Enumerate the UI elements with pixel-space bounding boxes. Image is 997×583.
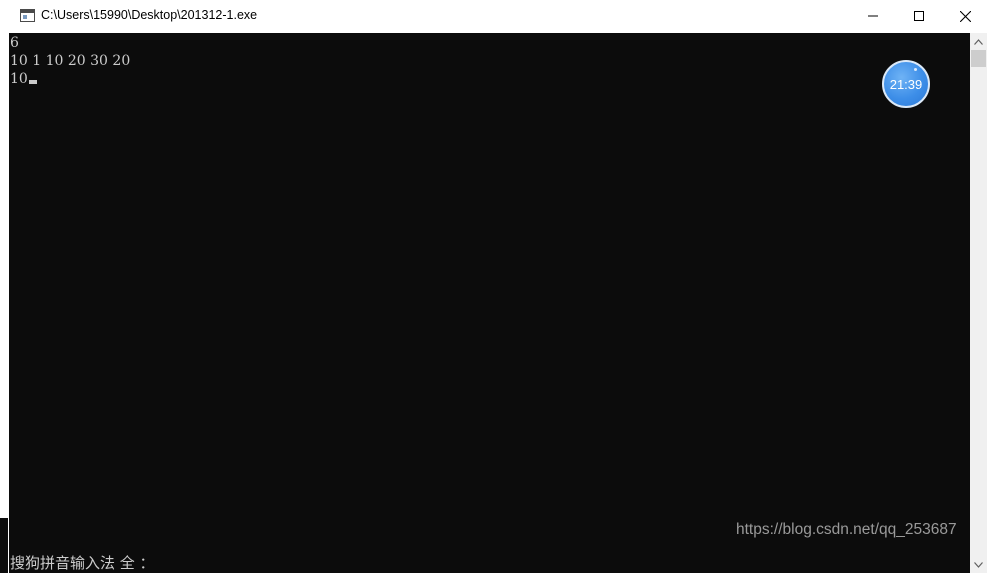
window-bottom-border [0, 573, 997, 583]
scroll-thumb[interactable] [971, 50, 986, 67]
clock-indicator-dot [914, 68, 917, 71]
console-input-line[interactable]: 10 [10, 70, 37, 88]
scroll-down-button[interactable] [970, 556, 987, 573]
minimize-button[interactable] [850, 0, 896, 32]
close-icon [959, 10, 971, 22]
text-cursor [28, 80, 37, 84]
maximize-button[interactable] [896, 0, 942, 32]
maximize-icon [914, 11, 924, 21]
window-left-border-dark [0, 518, 8, 573]
minimize-icon [868, 15, 878, 17]
window-left-border [0, 33, 8, 518]
console-app-icon[interactable] [20, 9, 35, 22]
console-output-area[interactable]: 6 10 1 10 20 30 20 10 21:39 搜狗拼音输入法 全 ： [9, 33, 970, 573]
vertical-scrollbar[interactable] [970, 33, 987, 573]
scroll-up-button[interactable] [970, 33, 987, 50]
close-button[interactable] [942, 0, 988, 32]
floating-clock-widget[interactable]: 21:39 [882, 60, 930, 108]
scroll-down-arrow-icon [974, 561, 983, 568]
console-window: C:\Users\15990\Desktop\201312-1.exe 6 10… [0, 0, 997, 583]
clock-time: 21:39 [889, 76, 923, 92]
ime-status-bar: 搜狗拼音输入法 全 ： [10, 554, 155, 572]
console-input-text: 10 [10, 71, 28, 87]
title-bar[interactable]: C:\Users\15990\Desktop\201312-1.exe [8, 0, 997, 33]
blog-watermark: https://blog.csdn.net/qq_253687 [736, 521, 957, 538]
console-line: 6 [10, 35, 19, 51]
scroll-up-arrow-icon [974, 38, 983, 45]
window-title: C:\Users\15990\Desktop\201312-1.exe [41, 8, 258, 22]
console-line: 10 1 10 20 30 20 [10, 53, 131, 69]
